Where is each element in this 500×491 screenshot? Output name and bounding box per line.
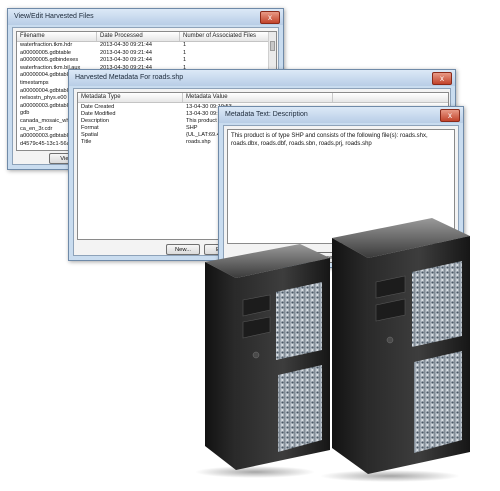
close-icon[interactable]: x: [432, 72, 452, 85]
table-cell: Format: [81, 125, 99, 131]
table-row[interactable]: a00000005.gdbindexes 2013-04-30 09:21:44 1: [17, 57, 269, 64]
column-header[interactable]: Filename: [17, 32, 97, 41]
column-header[interactable]: Date Processed: [97, 32, 180, 41]
server-left: [205, 244, 330, 470]
table-row[interactable]: a00000005.gdbtable 2013-04-30 09:21:44 1: [17, 50, 269, 57]
metadata-titlebar: Harvested Metadata For roads.shp x: [69, 70, 455, 86]
table-cell: 1: [183, 42, 187, 48]
server-shadow: [195, 466, 315, 478]
window-title: Harvested Metadata For roads.shp: [75, 74, 184, 81]
harvested-files-titlebar: View/Edit Harvested Files x: [8, 9, 283, 25]
column-header[interactable]: Number of Associated Files: [180, 32, 269, 41]
table-cell: Date Created: [81, 104, 115, 110]
window-title: Metadata Text: Description: [225, 111, 308, 118]
table-cell: Spatial: [81, 132, 99, 138]
table-cell: a00000005.gdbindexes: [20, 57, 79, 64]
table-cell: a00000005.gdbtable: [20, 49, 72, 56]
table-cell: 2013-04-30 09:21:44: [100, 57, 152, 64]
metadata-text-body: This product is of type SHP and consists…: [223, 125, 459, 263]
description-textarea[interactable]: This product is of type SHP and consists…: [227, 129, 455, 244]
table-cell: Title: [81, 139, 92, 145]
server-shadow: [320, 470, 460, 482]
close-icon[interactable]: x: [260, 11, 280, 24]
table-cell: Description: [81, 118, 109, 124]
table-cell: 2013-04-30 09:21:44: [100, 42, 152, 48]
table-cell: 2013-04-30 09:21:44: [100, 49, 152, 56]
close-button[interactable]: Close: [308, 252, 342, 263]
metadata-text-titlebar: Metadata Text: Description x: [219, 107, 463, 123]
table-cell: 1: [183, 57, 187, 64]
table-row[interactable]: waterfraction.tkm.hdr 2013-04-30 09:21:44…: [17, 42, 269, 49]
close-icon[interactable]: x: [440, 109, 460, 122]
new-button[interactable]: New...: [166, 244, 200, 255]
table-header: Filename Date Processed Number of Associ…: [17, 32, 269, 42]
column-header[interactable]: Metadata Type: [78, 93, 183, 102]
table-cell: 1: [183, 49, 187, 56]
scroll-thumb[interactable]: [270, 41, 275, 51]
metadata-text-window: Metadata Text: Description x This produc…: [218, 106, 464, 268]
window-title: View/Edit Harvested Files: [14, 13, 94, 20]
table-cell: waterfraction.tkm.hdr: [20, 42, 73, 48]
column-header[interactable]: Metadata Value: [183, 93, 333, 102]
table-cell: Date Modified: [81, 111, 116, 117]
table-header: Metadata Type Metadata Value: [78, 93, 448, 103]
